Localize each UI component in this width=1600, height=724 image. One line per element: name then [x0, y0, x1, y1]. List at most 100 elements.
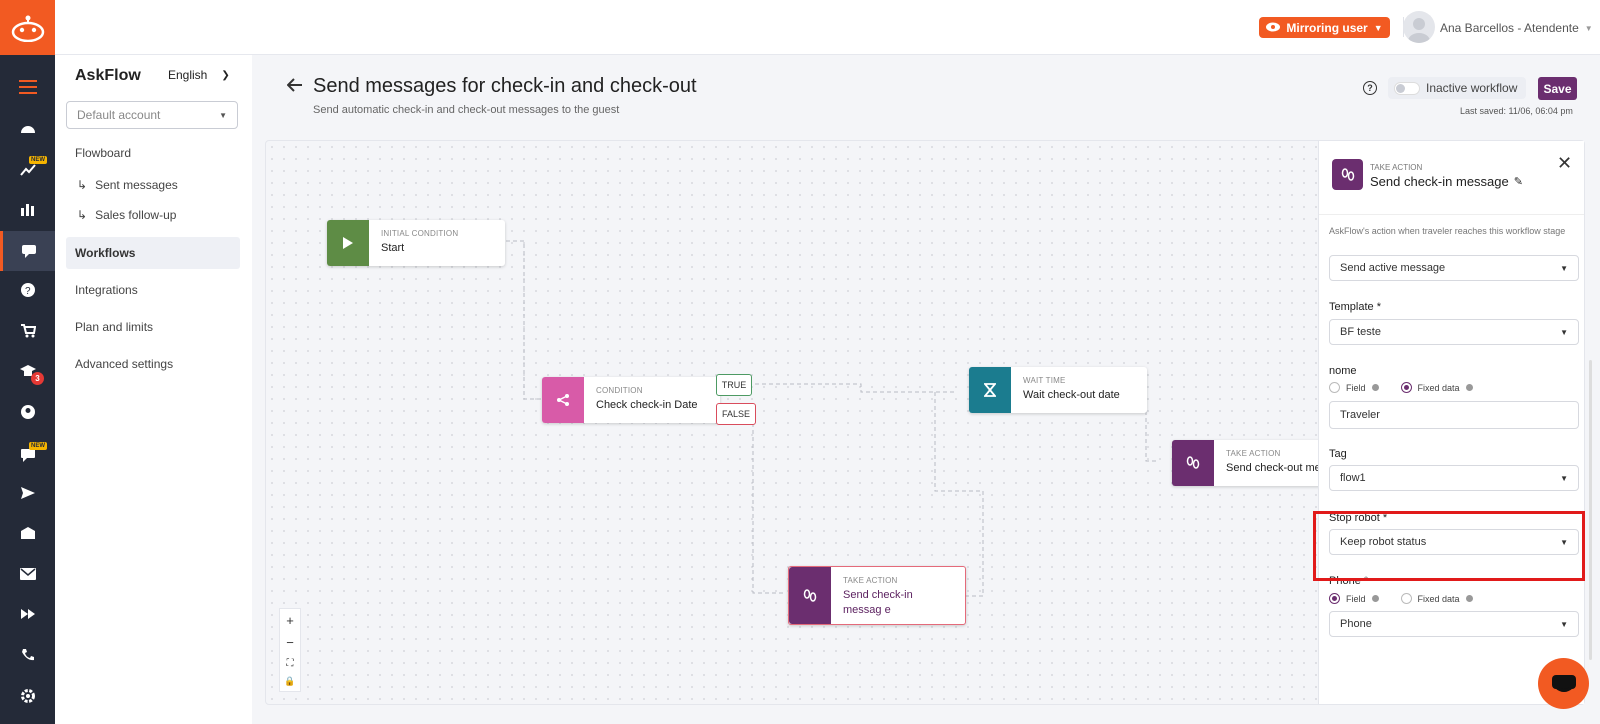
- chevron-down-icon: ▼: [1560, 619, 1568, 629]
- lock-button[interactable]: 🔒: [284, 676, 295, 687]
- trend-icon[interactable]: NEW: [0, 150, 55, 188]
- node-kind: INITIAL CONDITION: [381, 229, 459, 238]
- send-icon[interactable]: [0, 474, 55, 512]
- save-button[interactable]: Save: [1538, 77, 1577, 100]
- sidebar-item-integrations[interactable]: Integrations: [75, 283, 138, 297]
- false-branch-tag[interactable]: FALSE: [716, 403, 756, 425]
- forward-icon[interactable]: [0, 595, 55, 633]
- bar-chart-icon[interactable]: [0, 190, 55, 228]
- info-icon: [1465, 595, 1473, 602]
- node-kind: CONDITION: [596, 386, 643, 395]
- panel-scrollbar[interactable]: [1589, 360, 1592, 660]
- action-description: AskFlow's action when traveler reaches t…: [1329, 226, 1566, 236]
- sidebar-item-label: Sent messages: [95, 178, 178, 192]
- chevron-down-icon: ▼: [1560, 327, 1568, 337]
- cart-icon[interactable]: [0, 312, 55, 350]
- action-value: Send active message: [1340, 262, 1446, 274]
- template-label: Template *: [1329, 301, 1381, 313]
- panel-header: TAKE ACTION Send check-in message ✎ ✕: [1319, 141, 1584, 215]
- workflow-chat-icon[interactable]: [0, 231, 55, 271]
- field-radio-label: Field: [1346, 382, 1366, 393]
- sidebar-item-label: Sales follow-up: [95, 208, 177, 222]
- account-placeholder: Default account: [77, 108, 161, 122]
- workflow-status-toggle[interactable]: Inactive workflow: [1388, 77, 1526, 99]
- action-select[interactable]: Send active message ▼: [1329, 255, 1579, 281]
- footprints-icon: [789, 567, 831, 624]
- node-name: Send check-out mess: [1226, 462, 1332, 474]
- robot-logo-icon[interactable]: [0, 0, 55, 55]
- fixed-data-radio[interactable]: [1400, 382, 1412, 393]
- nome-input[interactable]: Traveler: [1329, 401, 1579, 429]
- nome-source-radios: Field Fixed data: [1329, 382, 1473, 393]
- node-checkin-action[interactable]: TAKE ACTION Send check-in messag e: [788, 566, 966, 625]
- panel-node-name: Send check-in message ✎: [1370, 174, 1523, 189]
- footprints-icon: [1172, 440, 1214, 486]
- sidebar-item-sales-followup[interactable]: ↳ Sales follow-up: [77, 208, 176, 222]
- chevron-down-icon: ▼: [1584, 23, 1593, 33]
- dashboard-icon[interactable]: [0, 109, 55, 147]
- app-title: AskFlow: [75, 67, 141, 84]
- fixed-data-radio-label: Fixed data: [1417, 593, 1460, 604]
- sub-arrow-icon: ↳: [77, 178, 88, 192]
- node-kind: TAKE ACTION: [843, 576, 898, 585]
- sidebar-item-advanced[interactable]: Advanced settings: [75, 357, 173, 371]
- zoom-controls: + − ⛶ 🔒: [279, 608, 301, 692]
- field-radio[interactable]: [1329, 382, 1340, 393]
- language-select[interactable]: English ❯: [168, 68, 230, 82]
- fit-view-button[interactable]: ⛶: [287, 658, 294, 669]
- inbox-icon[interactable]: [0, 514, 55, 552]
- node-start[interactable]: INITIAL CONDITION Start: [327, 220, 505, 266]
- sidebar-item-sent-messages[interactable]: ↳ Sent messages: [77, 178, 178, 192]
- field-radio[interactable]: [1329, 593, 1340, 604]
- phone-source-radios: Field Fixed data: [1329, 593, 1473, 604]
- info-icon: [1465, 384, 1473, 391]
- user-menu[interactable]: Ana Barcellos - Atendente ▼: [1440, 21, 1593, 35]
- chat-support-button[interactable]: [1538, 658, 1589, 709]
- template-select[interactable]: BF teste ▼: [1329, 319, 1579, 345]
- node-name: Start: [381, 242, 405, 254]
- zoom-in-button[interactable]: +: [286, 613, 294, 628]
- phone-icon[interactable]: [0, 636, 55, 674]
- message-icon[interactable]: NEW: [0, 436, 55, 474]
- node-wait[interactable]: WAIT TIME Wait check-out date: [969, 367, 1147, 413]
- panel-kind: TAKE ACTION: [1370, 163, 1423, 172]
- true-branch-tag[interactable]: TRUE: [716, 374, 752, 396]
- user-icon[interactable]: [0, 393, 55, 431]
- help-icon[interactable]: ?: [0, 271, 55, 309]
- notification-count: 3: [31, 372, 44, 385]
- toggle-switch[interactable]: [1394, 81, 1420, 95]
- mirroring-user-button[interactable]: Mirroring user ▼: [1259, 17, 1390, 38]
- sub-arrow-icon: ↳: [77, 208, 88, 222]
- panel-name-text: Send check-in message: [1370, 174, 1509, 189]
- new-badge: NEW: [29, 156, 47, 164]
- page-title: Send messages for check-in and check-out: [313, 75, 697, 97]
- branch-icon: [542, 377, 584, 423]
- node-condition[interactable]: CONDITION Check check-in Date: [542, 377, 720, 423]
- avatar[interactable]: [1403, 11, 1435, 43]
- phone-value: Phone: [1340, 618, 1372, 630]
- close-icon[interactable]: ✕: [1557, 153, 1572, 174]
- tag-value: flow1: [1340, 472, 1366, 484]
- fixed-data-radio[interactable]: [1400, 593, 1412, 604]
- sidebar-item-workflows[interactable]: Workflows: [66, 237, 240, 269]
- info-icon: [1371, 384, 1379, 391]
- zoom-out-button[interactable]: −: [286, 635, 294, 650]
- phone-select[interactable]: Phone ▼: [1329, 611, 1579, 637]
- back-arrow-icon[interactable]: [286, 78, 303, 97]
- sidebar-item-flowboard[interactable]: Flowboard: [75, 146, 131, 160]
- settings-icon[interactable]: [0, 677, 55, 715]
- node-settings-panel: TAKE ACTION Send check-in message ✎ ✕ Ask…: [1318, 141, 1584, 704]
- eye-icon: [1266, 21, 1281, 35]
- sidebar-item-plan[interactable]: Plan and limits: [75, 320, 153, 334]
- graduation-icon[interactable]: 3: [0, 352, 55, 390]
- mail-icon[interactable]: [0, 555, 55, 593]
- menu-icon[interactable]: [0, 68, 55, 106]
- last-saved-text: Last saved: 11/06, 06:04 pm: [1460, 106, 1573, 116]
- tag-select[interactable]: flow1 ▼: [1329, 465, 1579, 491]
- help-icon[interactable]: ?: [1363, 81, 1377, 95]
- account-select[interactable]: Default account ▼: [66, 101, 238, 129]
- edit-pencil-icon[interactable]: ✎: [1514, 175, 1523, 188]
- fixed-data-radio-label: Fixed data: [1417, 382, 1460, 393]
- node-name: Send check-in messag e: [843, 589, 913, 616]
- chevron-down-icon: ▼: [1560, 473, 1568, 483]
